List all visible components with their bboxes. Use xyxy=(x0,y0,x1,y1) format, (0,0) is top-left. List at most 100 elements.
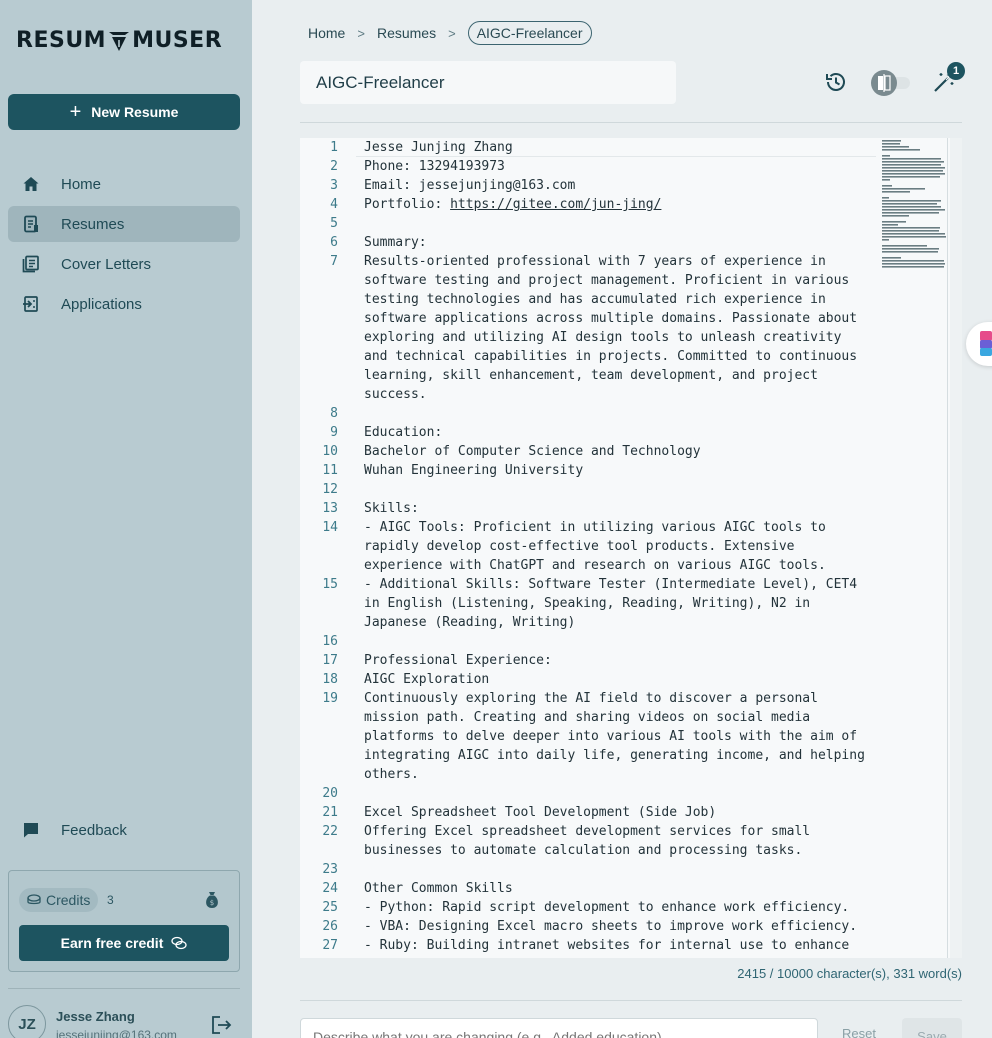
editor-line[interactable]: Japanese (Reading, Writing) xyxy=(300,613,880,632)
minimap-line xyxy=(882,167,945,169)
resume-icon xyxy=(24,215,38,233)
editor-line[interactable]: mission path. Creating and sharing video… xyxy=(300,708,880,727)
minimap-line xyxy=(882,206,941,208)
editor-line[interactable]: others. xyxy=(300,765,880,784)
editor-line[interactable]: 15 - Additional Skills: Software Tester (… xyxy=(300,575,880,594)
logout-icon[interactable] xyxy=(211,1015,233,1035)
editor-line[interactable]: 27 - Ruby: Building intranet websites for… xyxy=(300,936,880,955)
resume-title-input[interactable] xyxy=(300,61,676,104)
minimap-line xyxy=(882,257,901,259)
editor-line[interactable]: 5 xyxy=(300,214,880,233)
widget-logo-icon xyxy=(980,331,992,356)
breadcrumb-resumes[interactable]: Resumes xyxy=(377,25,436,41)
line-number: 12 xyxy=(322,482,338,497)
editor-line[interactable]: exploring and utilizing AI design tools … xyxy=(300,328,880,347)
editor-line[interactable]: 23 xyxy=(300,860,880,879)
sidebar-item-cover-letters[interactable]: Cover Letters xyxy=(8,246,240,282)
editor-line[interactable]: 26 - VBA: Designing Excel macro sheets to… xyxy=(300,917,880,936)
reset-button[interactable]: Reset xyxy=(842,1026,876,1038)
editor-line[interactable]: 14 - AIGC Tools: Proficient in utilizing … xyxy=(300,518,880,537)
line-text-content: others. xyxy=(364,767,419,782)
new-resume-button[interactable]: + New Resume xyxy=(8,94,240,130)
avatar[interactable]: JZ xyxy=(8,1005,46,1038)
editor-line[interactable]: businesses to automate calculation and p… xyxy=(300,841,880,860)
editor-line[interactable]: 3 Email: jessejunjing@163.com xyxy=(300,176,880,195)
line-text: Portfolio: https://gitee.com/jun-jing/ xyxy=(364,195,661,214)
line-text: - Python: Rapid script development to en… xyxy=(364,898,849,917)
line-text: Jesse Junjing Zhang xyxy=(364,138,513,157)
line-number: 16 xyxy=(322,634,338,649)
editor-line[interactable]: 24 Other Common Skills xyxy=(300,879,880,898)
editor-line[interactable]: 25 - Python: Rapid script development to … xyxy=(300,898,880,917)
editor-line[interactable]: 4 Portfolio: https://gitee.com/jun-jing/ xyxy=(300,195,880,214)
editor-line[interactable]: 19 Continuously exploring the AI field to… xyxy=(300,689,880,708)
editor-line[interactable]: 6 Summary: xyxy=(300,233,880,252)
editor-line[interactable]: 10 Bachelor of Computer Science and Techn… xyxy=(300,442,880,461)
editor-line[interactable]: and technical capabilities in projects. … xyxy=(300,347,880,366)
editor-line[interactable]: 9 Education: xyxy=(300,423,880,442)
editor-scrollbar[interactable] xyxy=(950,138,962,958)
change-description-input[interactable] xyxy=(300,1018,818,1038)
editor-line[interactable]: 16 xyxy=(300,632,880,651)
pen-nib-icon xyxy=(109,31,130,51)
minimap-line xyxy=(882,158,941,160)
editor-line[interactable]: 18 AIGC Exploration xyxy=(300,670,880,689)
credits-pill: Credits xyxy=(19,888,99,912)
editor-line[interactable]: 22 Offering Excel spreadsheet development… xyxy=(300,822,880,841)
line-text-content: Phone: 13294193973 xyxy=(364,159,505,174)
portfolio-link[interactable]: https://gitee.com/jun-jing/ xyxy=(450,197,661,212)
editor-line[interactable]: 13 Skills: xyxy=(300,499,880,518)
money-bag-icon[interactable]: $ xyxy=(203,890,221,910)
editor-line[interactable]: success. xyxy=(300,385,880,404)
editor-line[interactable]: integrating AIGC into daily life, genera… xyxy=(300,746,880,765)
resume-text-editor[interactable]: 1 Jesse Junjing Zhang 2 Phone: 13294193973 3… xyxy=(300,138,962,958)
editor-line[interactable]: 1 Jesse Junjing Zhang xyxy=(300,138,880,157)
line-text: Offering Excel spreadsheet development s… xyxy=(364,822,810,841)
sidebar-item-resumes[interactable]: Resumes xyxy=(8,206,240,242)
line-text: learning, skill enhancement, team develo… xyxy=(364,366,818,385)
line-text: - VBA: Designing Excel macro sheets to i… xyxy=(364,917,857,936)
editor-line[interactable]: 8 xyxy=(300,404,880,423)
line-text: Other Common Skills xyxy=(364,879,513,898)
breadcrumb-home[interactable]: Home xyxy=(308,25,345,41)
editor-line[interactable]: learning, skill enhancement, team develo… xyxy=(300,366,880,385)
editor-line[interactable]: in English (Listening, Speaking, Reading… xyxy=(300,594,880,613)
minimap-line xyxy=(882,176,940,178)
line-text: Email: jessejunjing@163.com xyxy=(364,176,575,195)
editor-line[interactable]: 7 Results-oriented professional with 7 ye… xyxy=(300,252,880,271)
coins-icon xyxy=(171,936,188,950)
sidebar-item-applications[interactable]: Applications xyxy=(8,286,240,322)
app-logo[interactable]: RESUM MUSER xyxy=(16,28,222,53)
sidebar-item-feedback[interactable]: Feedback xyxy=(8,812,240,848)
history-icon[interactable] xyxy=(824,70,848,94)
sidebar-item-home[interactable]: Home xyxy=(8,166,240,202)
editor-line[interactable]: platforms to delve deeper into various A… xyxy=(300,727,880,746)
editor-line[interactable]: 11 Wuhan Engineering University xyxy=(300,461,880,480)
earn-free-credit-button[interactable]: Earn free credit xyxy=(19,925,229,961)
minimap-line xyxy=(882,155,890,157)
editor-line[interactable]: 20 xyxy=(300,784,880,803)
line-text: AIGC Exploration xyxy=(364,670,489,689)
editor-line[interactable]: software applications across multiple do… xyxy=(300,309,880,328)
editor-line[interactable]: 17 Professional Experience: xyxy=(300,651,880,670)
app-root: RESUM MUSER + New Resume Home Resumes Co… xyxy=(0,0,992,1038)
line-number: 18 xyxy=(322,672,338,687)
compare-toggle[interactable] xyxy=(870,69,912,97)
line-text-content: Summary: xyxy=(364,235,427,250)
line-text-content: - Additional Skills: Software Tester (In… xyxy=(364,577,858,592)
editor-line[interactable]: testing technologies and has accumulated… xyxy=(300,290,880,309)
logo-text-left: RESUM xyxy=(16,28,107,53)
breadcrumb: Home > Resumes > AIGC-Freelancer xyxy=(308,21,592,45)
editor-line[interactable]: 21 Excel Spreadsheet Tool Development (Si… xyxy=(300,803,880,822)
editor-minimap[interactable] xyxy=(880,138,948,278)
editor-line[interactable]: 12 xyxy=(300,480,880,499)
minimap-line xyxy=(882,173,945,175)
save-button[interactable]: Save xyxy=(902,1018,962,1038)
editor-line[interactable]: software testing and project management.… xyxy=(300,271,880,290)
side-widget-tab[interactable] xyxy=(966,322,992,366)
line-number: 6 xyxy=(330,235,338,250)
editor-line[interactable]: 2 Phone: 13294193973 xyxy=(300,157,880,176)
editor-line[interactable]: rapidly develop cost-effective tool prod… xyxy=(300,537,880,556)
editor-line[interactable]: experience with ChatGPT and research on … xyxy=(300,556,880,575)
line-text-content: mission path. Creating and sharing video… xyxy=(364,710,811,725)
